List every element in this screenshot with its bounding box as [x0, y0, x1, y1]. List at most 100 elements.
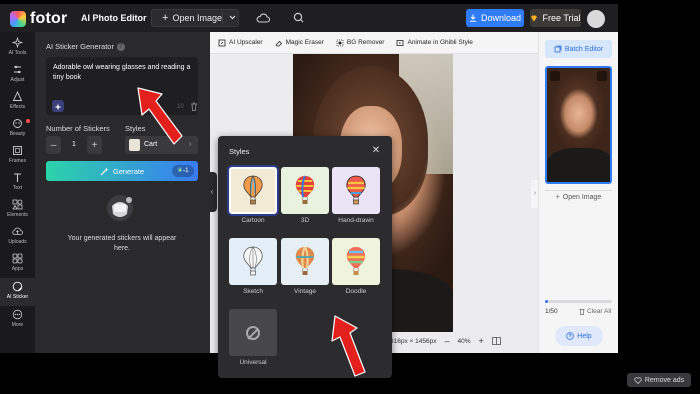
rail-item-text[interactable]: Text — [0, 172, 35, 198]
generate-button[interactable]: Generate ❦-1 — [46, 161, 198, 181]
rail-item-uploads[interactable]: Uploads — [0, 226, 35, 252]
right-panel: Batch Editor + Open Image 1/50 Clear All… — [538, 32, 618, 353]
image-thumbnail[interactable] — [545, 66, 612, 184]
uploads-icon — [12, 227, 23, 235]
open-image-label: Open Image — [562, 194, 602, 201]
tool-label: BG Remover — [346, 39, 385, 46]
zoom-in-button[interactable]: + — [478, 336, 483, 346]
style-option-vintage[interactable]: Vintage — [281, 238, 329, 296]
quantity-stepper: – 1 + — [46, 136, 113, 154]
rail-label: AI Sticker — [6, 294, 29, 300]
style-option-sketch[interactable]: Sketch — [229, 238, 277, 296]
hot-air-balloon-icon — [243, 175, 263, 204]
no-style-icon — [246, 325, 260, 340]
apps-icon — [12, 253, 23, 264]
logo[interactable]: fotor — [10, 10, 67, 28]
download-icon — [469, 14, 476, 22]
help-button[interactable]: Help — [555, 326, 603, 346]
popup-title: Styles — [229, 147, 250, 156]
trash-icon[interactable] — [190, 102, 198, 111]
trash-icon[interactable] — [597, 71, 607, 81]
style-label: 3D — [300, 217, 310, 224]
style-label: Sketch — [243, 288, 263, 295]
ai-tools-icon — [12, 37, 23, 48]
sparkle-icon[interactable] — [52, 100, 64, 112]
download-button[interactable]: Download — [466, 9, 524, 27]
rail-item-more[interactable]: More — [0, 309, 35, 335]
decrement-button[interactable]: – — [46, 136, 61, 154]
chevron-down-icon[interactable] — [229, 11, 236, 25]
credit-badge: ❦-1 — [172, 165, 194, 177]
add-image-button[interactable]: + Open Image — [545, 190, 612, 204]
style-thumbnail — [229, 309, 277, 356]
clear-all-label: Clear All — [587, 308, 612, 315]
rail-label: Frames — [9, 158, 26, 164]
batch-editor-label: Batch Editor — [564, 45, 604, 53]
search-icon[interactable] — [292, 12, 306, 24]
cloud-icon[interactable] — [256, 12, 270, 24]
rail-item-ai-tools[interactable]: AI Tools — [0, 37, 35, 63]
style-label: Doodle — [345, 288, 367, 295]
remove-ads-button[interactable]: Remove ads — [627, 373, 691, 387]
rail-item-adjust[interactable]: Adjust — [0, 64, 35, 90]
text-icon — [14, 173, 21, 182]
upload-progress-bar — [545, 300, 612, 303]
close-icon[interactable]: ✕ — [370, 145, 382, 157]
eraser-icon — [275, 40, 282, 46]
adjust-icon — [14, 65, 21, 74]
clear-all-button[interactable]: Clear All — [579, 308, 611, 315]
sticker-placeholder-icon — [107, 195, 133, 221]
elements-icon — [12, 199, 23, 210]
increment-button[interactable]: + — [87, 136, 102, 154]
logo-mark-icon — [10, 11, 26, 27]
annotation-arrow-prompt — [137, 87, 183, 145]
tool-label: Magic Eraser — [285, 39, 324, 46]
plus-icon: + — [162, 12, 169, 24]
number-of-stickers-label: Number of Stickers — [46, 124, 110, 133]
free-trial-button[interactable]: Free Trial — [530, 9, 581, 27]
tool-animate-ghibli[interactable]: Animate in Ghibli Style — [396, 39, 473, 47]
tool-label: Animate in Ghibli Style — [407, 39, 473, 46]
diamond-icon — [531, 15, 538, 21]
left-rail: AI Tools Adjust Effects Beauty Frames Te… — [0, 32, 35, 353]
rail-item-apps[interactable]: Apps — [0, 253, 35, 279]
prompt-text[interactable]: Adorable owl wearing glasses and reading… — [53, 63, 195, 83]
style-option-cartoon[interactable]: Cartoon — [227, 165, 279, 225]
style-label: Vintage — [294, 288, 316, 295]
mode-dropdown[interactable]: AI Photo Editor — [77, 9, 162, 27]
effects-icon — [12, 91, 23, 101]
style-option-hand-drawn[interactable]: Hand-drawn — [332, 167, 380, 225]
hot-air-balloon-icon — [243, 246, 263, 275]
zoom-level: 40% — [457, 337, 471, 345]
panel-title: AI Sticker Generator ? — [46, 42, 125, 51]
help-icon[interactable]: ? — [116, 42, 125, 51]
style-thumbnail — [227, 165, 279, 216]
image-count: 1/50 — [545, 308, 558, 315]
rail-item-frames[interactable]: Frames — [0, 145, 35, 171]
rail-item-ai-sticker[interactable]: AI Sticker — [0, 278, 35, 306]
tool-ai-upscaler[interactable]: AI Upscaler — [218, 39, 263, 47]
rail-item-effects[interactable]: Effects — [0, 91, 35, 117]
logo-text: fotor — [30, 10, 68, 27]
mode-label: AI Photo Editor — [81, 13, 147, 23]
notification-dot — [26, 119, 30, 123]
tool-magic-eraser[interactable]: Magic Eraser — [275, 39, 324, 47]
hot-air-balloon-icon — [346, 175, 366, 204]
avatar[interactable] — [587, 10, 605, 28]
zoom-bar: 816px × 1456px – 40% + — [390, 334, 530, 348]
collapse-panel-button[interactable]: ‹ — [207, 172, 217, 212]
style-option-3d[interactable]: 3D — [281, 167, 329, 225]
divider — [222, 12, 223, 24]
compare-icon[interactable] — [491, 337, 501, 345]
empty-state-text: Your generated stickers will appear here… — [67, 235, 177, 252]
trash-icon — [579, 309, 585, 315]
rail-item-elements[interactable]: Elements — [0, 199, 35, 225]
tool-bg-remover[interactable]: BG Remover — [336, 39, 385, 47]
open-image-button[interactable]: + Open Image — [151, 9, 239, 27]
zoom-out-button[interactable]: – — [444, 336, 449, 346]
style-option-universal[interactable]: Universal — [229, 309, 277, 367]
rail-label: AI Tools — [8, 50, 27, 56]
batch-editor-button[interactable]: Batch Editor — [545, 40, 612, 58]
style-option-doodle[interactable]: Doodle — [332, 238, 380, 296]
free-trial-label: Free Trial — [542, 13, 581, 23]
